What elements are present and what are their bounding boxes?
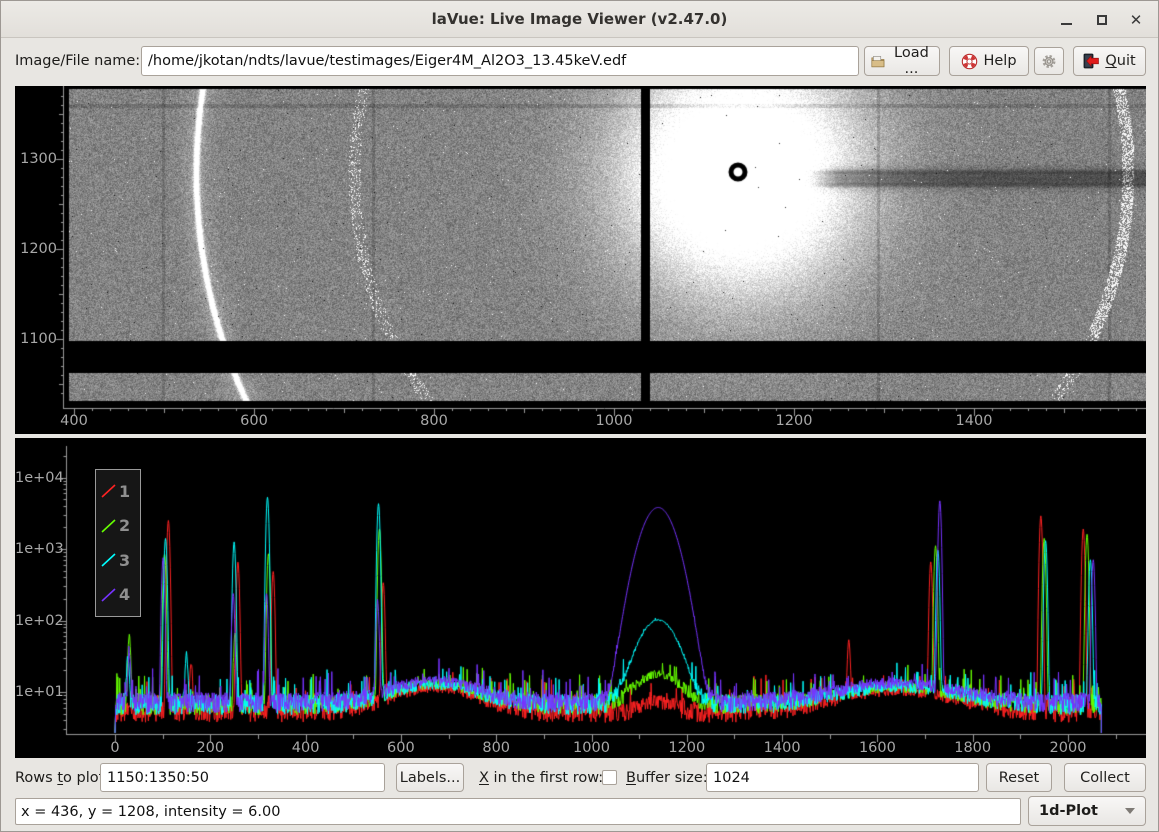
legend-item: 4 bbox=[100, 585, 130, 604]
load-button-label: Load ... bbox=[890, 45, 933, 77]
legend-line-sample bbox=[100, 551, 118, 569]
pixel-position-statusfield: x = 436, y = 1208, intensity = 6.00 bbox=[15, 798, 1021, 825]
legend-label: 4 bbox=[119, 585, 130, 604]
minimize-button[interactable] bbox=[1054, 8, 1078, 32]
legend-line-sample bbox=[100, 517, 118, 535]
gear-icon bbox=[1041, 53, 1057, 70]
quit-button[interactable]: Quit bbox=[1073, 46, 1146, 76]
legend-line-sample bbox=[100, 482, 118, 500]
image-view-panel: 400600800100012001400130012001100 bbox=[15, 86, 1146, 434]
plot-mode-value: 1d-Plot bbox=[1029, 803, 1125, 819]
window-title: laVue: Live Image Viewer (v2.47.0) bbox=[1, 1, 1158, 37]
maximize-icon bbox=[1097, 15, 1107, 25]
lifebuoy-help-icon bbox=[961, 53, 978, 70]
plot-mode-dropdown[interactable]: 1d-Plot bbox=[1028, 796, 1146, 826]
x-in-first-row-checkbox[interactable] bbox=[602, 770, 617, 785]
legend-line-sample bbox=[100, 586, 118, 604]
reset-button[interactable]: Reset bbox=[986, 763, 1052, 792]
collect-button[interactable]: Collect bbox=[1064, 763, 1146, 792]
help-button[interactable]: Help bbox=[949, 46, 1029, 76]
close-icon: ✕ bbox=[1130, 13, 1143, 28]
load-button[interactable]: Load ... bbox=[864, 46, 940, 76]
plot-1d-panel: 1234 02004006008001000120014001600180020… bbox=[15, 438, 1146, 758]
buffer-size-input[interactable] bbox=[706, 763, 979, 792]
legend-label: 3 bbox=[119, 551, 130, 570]
buffer-size-label: Buffer size: bbox=[626, 770, 708, 786]
maximize-button[interactable] bbox=[1090, 8, 1114, 32]
titlebar: laVue: Live Image Viewer (v2.47.0) ✕ bbox=[1, 1, 1158, 38]
legend-label: 1 bbox=[119, 482, 130, 501]
quit-door-icon bbox=[1083, 53, 1100, 69]
minimize-icon bbox=[1061, 23, 1072, 25]
detector-image-canvas[interactable] bbox=[15, 86, 1146, 434]
legend-item: 1 bbox=[100, 482, 130, 501]
configuration-button[interactable] bbox=[1034, 47, 1064, 75]
close-button[interactable]: ✕ bbox=[1124, 8, 1148, 32]
rows-to-plot-label: Rows to plot: bbox=[15, 770, 109, 786]
rows-to-plot-input[interactable] bbox=[100, 763, 385, 792]
x-in-first-row-label: X in the first row: bbox=[479, 770, 603, 786]
legend-item: 2 bbox=[100, 516, 130, 535]
quit-button-label: Quit bbox=[1105, 53, 1135, 69]
legend-item: 3 bbox=[100, 551, 130, 570]
collect-button-label: Collect bbox=[1080, 770, 1130, 786]
reset-button-label: Reset bbox=[999, 770, 1040, 786]
folder-icon bbox=[871, 54, 885, 69]
chevron-down-icon bbox=[1125, 808, 1135, 814]
help-button-label: Help bbox=[983, 53, 1016, 69]
legend-label: 2 bbox=[119, 516, 130, 535]
plot-1d-canvas[interactable] bbox=[15, 438, 1146, 758]
labels-button-label: Labels... bbox=[400, 770, 461, 786]
file-name-input[interactable] bbox=[141, 46, 859, 76]
file-name-label: Image/File name: bbox=[15, 53, 140, 69]
plot-legend[interactable]: 1 2 3 4 bbox=[95, 469, 141, 617]
labels-button[interactable]: Labels... bbox=[396, 763, 464, 792]
app-window: laVue: Live Image Viewer (v2.47.0) ✕ Ima… bbox=[0, 0, 1159, 832]
